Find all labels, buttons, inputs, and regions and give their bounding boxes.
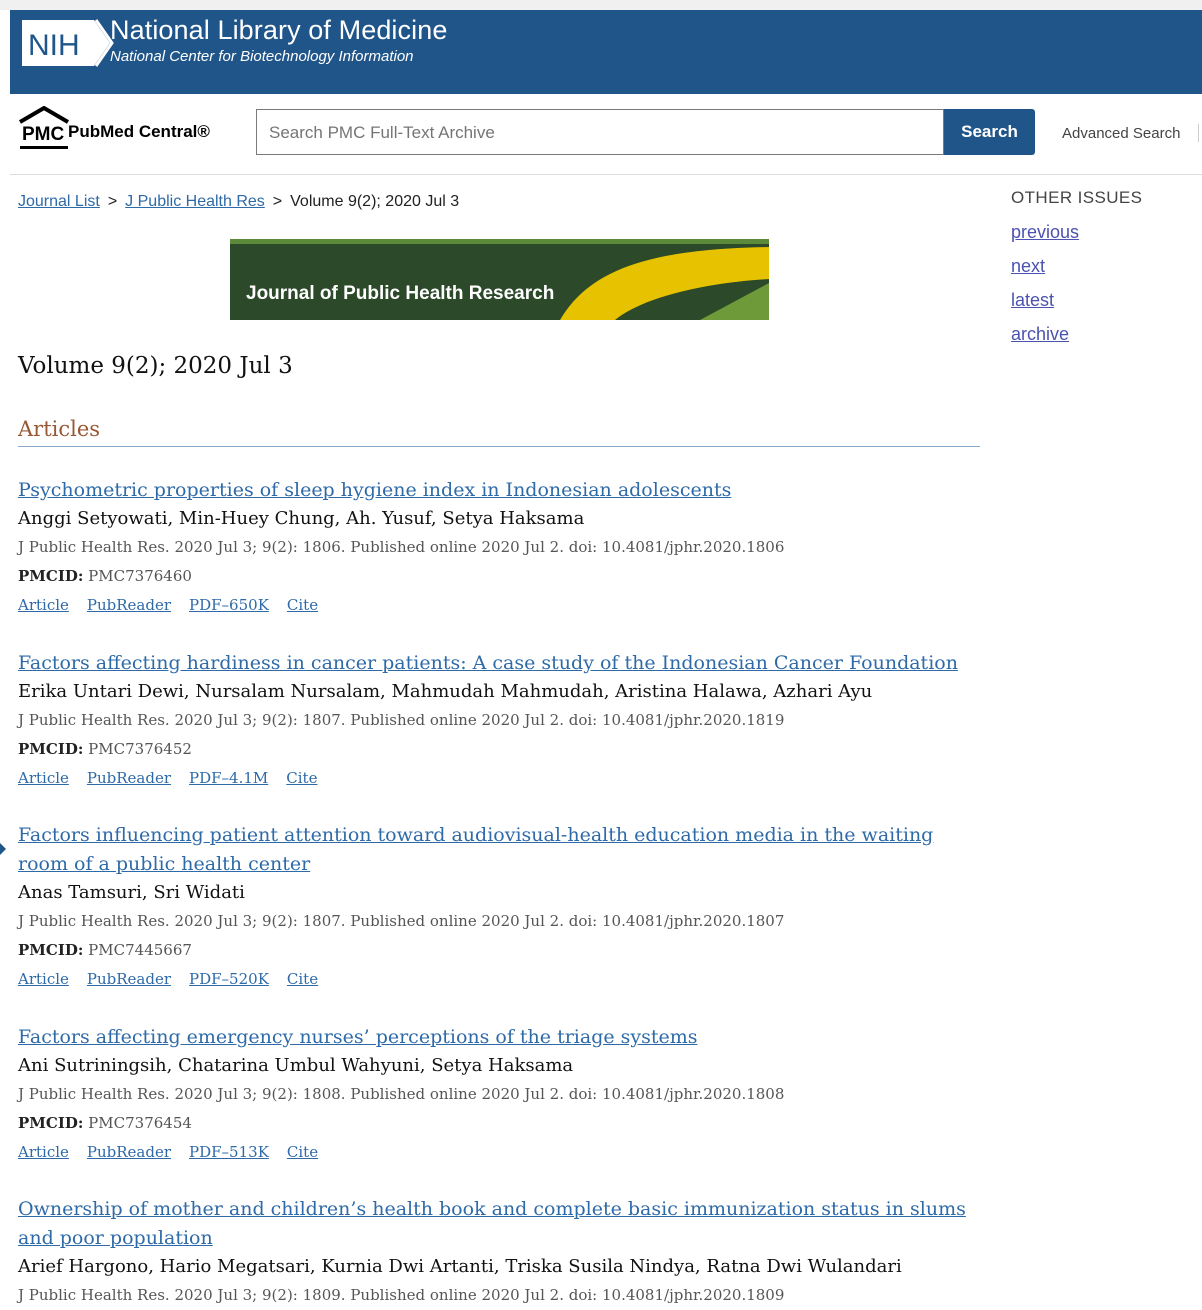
- pmc-header: PMC PubMed Central® Search Advanced Sear…: [10, 94, 1202, 175]
- pmcid-label: PMCID:: [18, 1114, 84, 1132]
- pubreader-link[interactable]: PubReader: [87, 769, 171, 787]
- pmc-roof-icon: [18, 106, 70, 124]
- articles-divider: [18, 446, 980, 447]
- divider: [1198, 124, 1199, 142]
- volume-heading: Volume 9(2); 2020 Jul 3: [18, 353, 293, 379]
- article-item: Factors influencing patient attention to…: [18, 821, 983, 994]
- pmcid-value: PMC7376454: [88, 1114, 192, 1132]
- pmcid-value: PMC7376460: [88, 567, 192, 585]
- next-issue-link[interactable]: next: [1011, 256, 1142, 277]
- journal-banner-title: Journal of Public Health Research: [246, 283, 555, 304]
- pmc-abbr: PMC: [22, 124, 65, 145]
- breadcrumb-journal-list[interactable]: Journal List: [18, 193, 100, 210]
- article-citation: J Public Health Res. 2020 Jul 3; 9(2): 1…: [18, 912, 785, 930]
- article-links: Article PubReader PDF–650K Cite: [18, 591, 983, 620]
- article-authors: Anggi Setyowati, Min-Huey Chung, Ah. Yus…: [18, 508, 585, 529]
- pmcid-value: PMC7445667: [88, 941, 192, 959]
- article-pmcid: PMCID: PMC7445667: [18, 936, 983, 965]
- breadcrumb-current: Volume 9(2); 2020 Jul 3: [290, 193, 460, 210]
- cite-link[interactable]: Cite: [287, 1143, 318, 1161]
- article-links: Article PubReader PDF–4.1M Cite: [18, 764, 983, 793]
- pmcid-label: PMCID:: [18, 567, 84, 585]
- pdf-link[interactable]: PDF–4.1M: [189, 769, 268, 787]
- previous-issue-link[interactable]: previous: [1011, 222, 1142, 243]
- article-citation: J Public Health Res. 2020 Jul 3; 9(2): 1…: [18, 538, 785, 556]
- article-authors: Erika Untari Dewi, Nursalam Nursalam, Ma…: [18, 681, 873, 702]
- nih-subtitle: National Center for Biotechnology Inform…: [110, 48, 414, 65]
- article-item: Factors affecting emergency nurses’ perc…: [18, 1023, 983, 1167]
- top-strip: [0, 0, 1202, 10]
- article-links: Article PubReader PDF–520K Cite: [18, 965, 983, 994]
- article-citation: J Public Health Res. 2020 Jul 3; 9(2): 1…: [18, 711, 785, 729]
- latest-issue-link[interactable]: latest: [1011, 290, 1142, 311]
- left-edge-arrow-icon: [0, 843, 6, 855]
- article-pmcid: PMCID: PMC7376460: [18, 562, 983, 591]
- journal-banner[interactable]: Journal of Public Health Research: [230, 239, 769, 320]
- article-item: Factors affecting hardiness in cancer pa…: [18, 649, 983, 793]
- nih-logo-icon[interactable]: NIH: [18, 14, 114, 72]
- breadcrumb-journal[interactable]: J Public Health Res: [125, 193, 265, 210]
- article-link[interactable]: Article: [18, 970, 69, 988]
- article-links: Article PubReader PDF–513K Cite: [18, 1138, 983, 1167]
- search-input[interactable]: [267, 112, 931, 154]
- advanced-search-link[interactable]: Advanced Search: [1062, 125, 1180, 142]
- svg-text:NIH: NIH: [28, 29, 80, 62]
- breadcrumb-separator: >: [107, 193, 118, 210]
- pdf-link[interactable]: PDF–520K: [189, 970, 269, 988]
- pdf-link[interactable]: PDF–650K: [189, 596, 269, 614]
- cite-link[interactable]: Cite: [287, 596, 318, 614]
- article-title-link[interactable]: Factors affecting emergency nurses’ perc…: [18, 1023, 983, 1052]
- pubreader-link[interactable]: PubReader: [87, 1143, 171, 1161]
- archive-link[interactable]: archive: [1011, 324, 1142, 345]
- pmc-underline: [20, 146, 68, 149]
- pubreader-link[interactable]: PubReader: [87, 596, 171, 614]
- article-pmcid: PMCID: PMC7376454: [18, 1109, 983, 1138]
- article-link[interactable]: Article: [18, 1143, 69, 1161]
- nih-title[interactable]: National Library of Medicine: [110, 15, 447, 46]
- article-link[interactable]: Article: [18, 596, 69, 614]
- article-title-link[interactable]: Ownership of mother and children’s healt…: [18, 1195, 983, 1253]
- breadcrumb-separator: >: [272, 193, 283, 210]
- cite-link[interactable]: Cite: [286, 769, 317, 787]
- pmc-name: PubMed Central®: [68, 122, 210, 141]
- article-item: Psychometric properties of sleep hygiene…: [18, 476, 983, 620]
- articles-heading: Articles: [18, 417, 101, 441]
- pubreader-link[interactable]: PubReader: [87, 970, 171, 988]
- article-pmcid: PMCID: PMC7376452: [18, 735, 983, 764]
- pmcid-label: PMCID:: [18, 740, 84, 758]
- article-authors: Arief Hargono, Hario Megatsari, Kurnia D…: [18, 1256, 902, 1277]
- article-authors: Anas Tamsuri, Sri Widati: [18, 882, 245, 903]
- other-issues-title: OTHER ISSUES: [1011, 188, 1143, 207]
- search-box: [256, 109, 944, 155]
- pmcid-label: PMCID:: [18, 941, 84, 959]
- other-issues-sidebar: OTHER ISSUES previous next latest archiv…: [1011, 188, 1142, 358]
- pmc-logo[interactable]: PMC PubMed Central®: [18, 106, 248, 150]
- article-title-link[interactable]: Factors affecting hardiness in cancer pa…: [18, 649, 983, 678]
- article-authors: Ani Sutriningsih, Chatarina Umbul Wahyun…: [18, 1055, 574, 1076]
- article-title-link[interactable]: Factors influencing patient attention to…: [18, 821, 983, 879]
- pdf-link[interactable]: PDF–513K: [189, 1143, 269, 1161]
- article-title-link[interactable]: Psychometric properties of sleep hygiene…: [18, 476, 983, 505]
- nih-banner: NIH National Library of Medicine Nationa…: [10, 10, 1202, 94]
- pmcid-value: PMC7376452: [88, 740, 192, 758]
- article-citation: J Public Health Res. 2020 Jul 3; 9(2): 1…: [18, 1085, 785, 1103]
- article-item: Ownership of mother and children’s healt…: [18, 1195, 983, 1310]
- article-link[interactable]: Article: [18, 769, 69, 787]
- cite-link[interactable]: Cite: [287, 970, 318, 988]
- journal-banner-graphic: [230, 239, 769, 320]
- breadcrumb: Journal List > J Public Health Res > Volume …: [18, 193, 459, 211]
- search-button[interactable]: Search: [944, 109, 1035, 155]
